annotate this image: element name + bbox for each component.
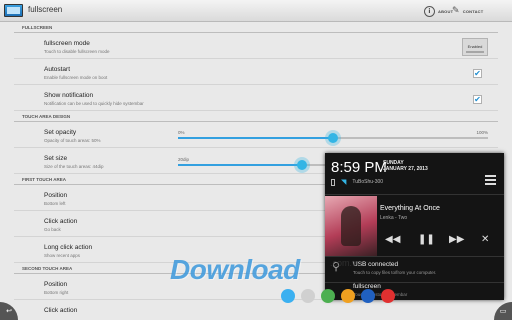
action-bar: fullscreen i ABOUT ✎ CONTACT (0, 0, 512, 22)
about-label: ABOUT (438, 8, 454, 14)
autostart-checkbox[interactable]: ✔ (473, 69, 482, 78)
pen-icon: ✎ (452, 6, 460, 16)
setting-title: Autostart (44, 66, 71, 73)
setting-title: fullscreen mode (44, 40, 90, 47)
enabled-toggle-button[interactable]: Enabled (462, 38, 488, 56)
info-icon: i (424, 5, 435, 17)
quick-settings-icon[interactable] (485, 175, 496, 185)
slider-min-label: 20dip (178, 157, 190, 162)
previous-icon[interactable]: ◀◀ (385, 234, 400, 245)
pause-icon[interactable]: ❚❚ (418, 234, 435, 245)
setting-show-notification[interactable]: Show notification Notification can be us… (14, 85, 498, 111)
setting-summary: Enable fullscreen mode on boot (44, 75, 108, 80)
contact-label: CONTACT (462, 8, 484, 14)
carrier-name: TuBoShu-300 (352, 179, 384, 185)
album-art (325, 196, 377, 256)
color-dot[interactable] (381, 289, 395, 303)
slider-thumb[interactable] (297, 160, 307, 170)
song-title: Everything At Once (380, 205, 440, 212)
music-notification[interactable]: Everything At Once Lenka - Two ◀◀ ❚❚ ▶▶ … (325, 196, 504, 256)
setting-summary: Show recent apps (44, 253, 81, 258)
setting-fullscreen-mode[interactable]: fullscreen mode Touch to disable fullscr… (14, 33, 498, 59)
setting-title: Click action (44, 218, 78, 225)
color-dot[interactable] (361, 289, 375, 303)
close-icon[interactable]: ✕ (481, 234, 489, 245)
app-icon[interactable] (4, 4, 23, 17)
date: JANUARY 27, 2013 (383, 166, 428, 172)
section-header-touch-area-design: TOUCH AREA DESIGN (14, 111, 498, 122)
setting-summary: Bottom left (44, 201, 66, 206)
show-notification-checkbox[interactable]: ✔ (473, 95, 482, 104)
divider (325, 194, 504, 195)
status-line: ◥ TuBoShu-300 (331, 178, 383, 186)
setting-summary: Bottom right (44, 290, 69, 295)
wifi-icon: ◥ (341, 178, 347, 186)
clock: 8:59 PM (331, 159, 387, 176)
setting-title: Set size (44, 155, 68, 162)
about-button[interactable]: i ABOUT (424, 4, 453, 18)
slider-track (178, 133, 488, 143)
battery-icon (331, 178, 335, 186)
setting-autostart[interactable]: Autostart Enable fullscreen mode on boot… (14, 59, 498, 85)
color-dot[interactable] (341, 289, 355, 303)
usb-summary: Touch to copy files to/from your compute… (353, 270, 437, 275)
setting-title: Set opacity (44, 129, 77, 136)
setting-title: Click action (44, 307, 78, 314)
color-dot[interactable] (301, 289, 315, 303)
setting-title: Position (44, 192, 68, 199)
slider-fill (178, 137, 333, 139)
setting-title: Position (44, 281, 68, 288)
next-icon[interactable]: ▶▶ (449, 234, 464, 245)
color-dot[interactable] (281, 289, 295, 303)
contact-button[interactable]: ✎ CONTACT (452, 4, 483, 18)
setting-summary: Touch to disable fullscreen mode (44, 49, 110, 54)
setting-title: Show notification (44, 92, 94, 99)
slider-fill (178, 164, 302, 166)
watermark-suffix: .com.vn (330, 258, 362, 268)
slider-max-label: 100% (476, 130, 488, 135)
setting-summary: Notification can be used to quickly hide… (44, 101, 144, 106)
slider-thumb[interactable] (328, 133, 338, 143)
notification-panel: 8:59 PM SUNDAY JANUARY 27, 2013 ◥ TuBoSh… (325, 153, 504, 300)
watermark-logo: Download (170, 254, 300, 285)
setting-title: Long click action (44, 244, 93, 251)
song-artist: Lenka - Two (380, 215, 408, 221)
setting-second-click-action[interactable]: Click action (14, 300, 498, 320)
setting-summary: Size of the touch areas: 44dip (44, 164, 104, 169)
section-header-fullscreen: FULLSCREEN (14, 22, 498, 33)
setting-set-opacity[interactable]: Set opacity Opacity of touch areas: 50% … (14, 122, 498, 148)
app-title: fullscreen (28, 5, 63, 14)
color-dots (281, 289, 395, 303)
setting-summary: Go back (44, 227, 61, 232)
setting-summary: Opacity of touch areas: 50% (44, 138, 101, 143)
slider-min-label: 0% (178, 130, 185, 135)
color-dot[interactable] (321, 289, 335, 303)
